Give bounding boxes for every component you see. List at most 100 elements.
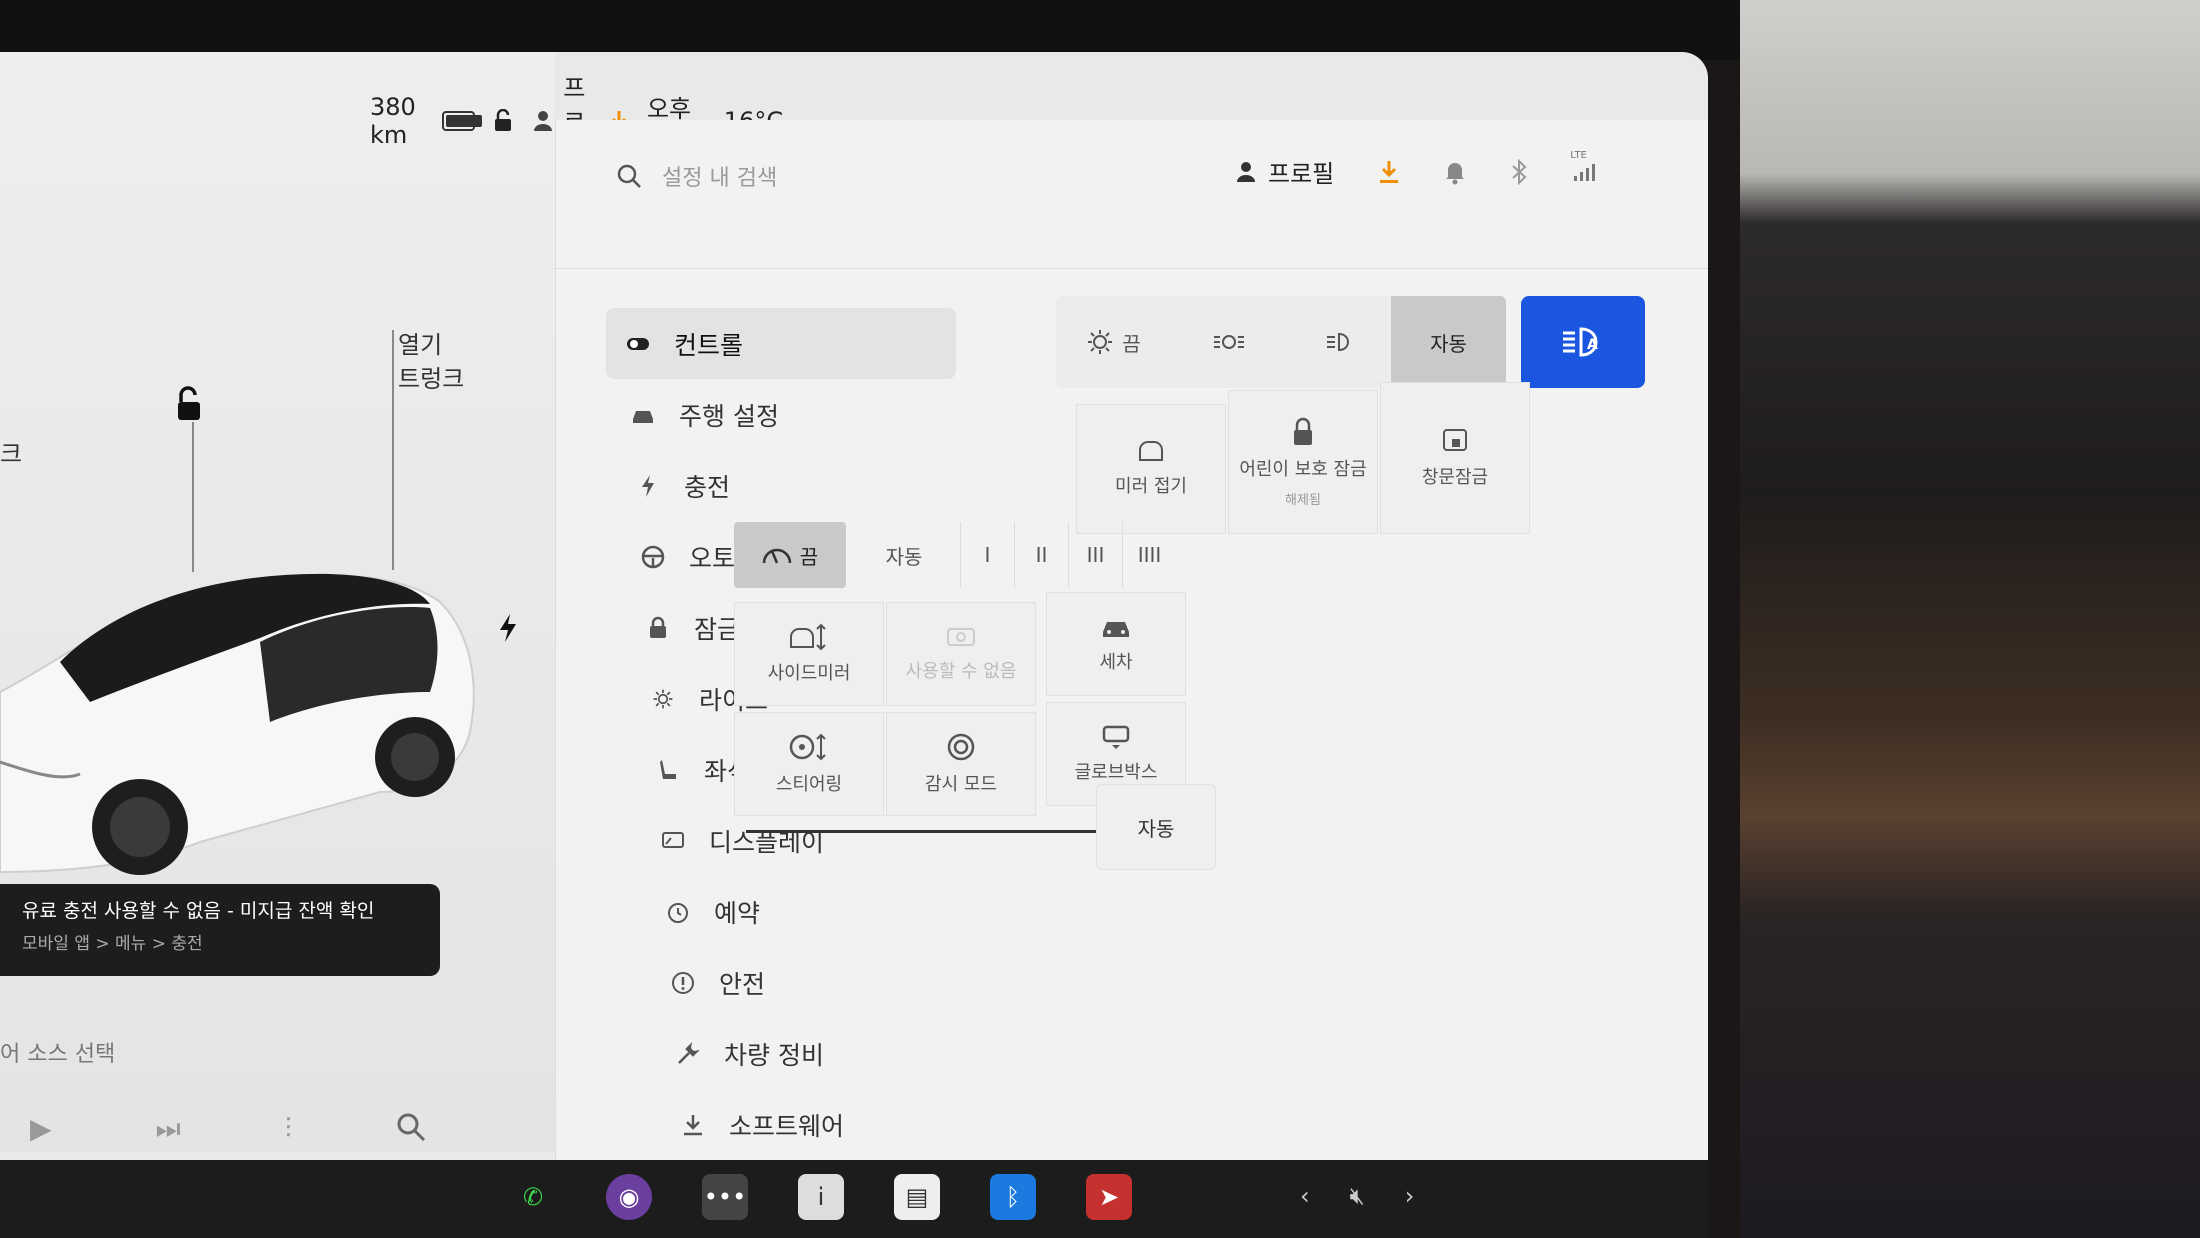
volume-up-icon[interactable]: › <box>1405 1182 1415 1210</box>
child-lock-icon <box>1294 417 1312 445</box>
sun-icon <box>1088 330 1113 354</box>
mirror-icon <box>1139 441 1163 461</box>
brightness-slider[interactable] <box>746 830 1096 833</box>
brightness-auto-label: 자동 <box>1137 816 1175 841</box>
low-beam-button[interactable] <box>1286 296 1391 388</box>
display-icon <box>659 831 687 851</box>
clock-icon <box>664 900 692 924</box>
wiper-speed-1-button[interactable]: I <box>960 522 1014 588</box>
nav-item-bolt[interactable]: 충전 <box>616 450 956 521</box>
equalizer-icon[interactable]: ⫶ <box>285 1112 292 1149</box>
nav-item-download[interactable]: 소프트웨어 <box>661 1089 956 1160</box>
play-icon[interactable]: ▶ <box>30 1112 52 1149</box>
charge-port-bolt-icon[interactable] <box>496 612 520 644</box>
software-download-icon[interactable] <box>1378 159 1400 185</box>
wrench-icon <box>674 1041 702 1066</box>
trunk-label: 트렁크 <box>398 365 465 393</box>
sentry-mode-tile[interactable]: 감시 모드 <box>886 712 1036 816</box>
wiper-auto-label: 자동 <box>885 544 923 569</box>
nav-label: 안전 <box>719 969 766 999</box>
sentry-label: 감시 모드 <box>925 774 997 795</box>
auto-high-beam-button[interactable]: A <box>1521 296 1645 388</box>
frunk-label[interactable]: 크 <box>0 434 22 469</box>
sun-icon <box>649 687 677 711</box>
child-lock-tile[interactable]: 어린이 보호 잠금 해제됨 <box>1228 390 1378 534</box>
car-visualization-panel: 380 km 프로필 오후3:47 16°C 열기 트렁크 <box>0 52 783 1152</box>
nav-label: 디스플레이 <box>709 827 825 857</box>
nav-label: 소프트웨어 <box>729 1111 845 1141</box>
lte-signal-icon: LTE <box>1570 150 1598 182</box>
side-mirror-adjust-icon <box>790 623 826 651</box>
profile-button[interactable]: 프로필 <box>1236 154 1334 189</box>
parking-lights-button[interactable] <box>1171 296 1286 388</box>
car-wash-icon <box>1103 622 1129 637</box>
mirror-fold-tile[interactable]: 미러 접기 <box>1076 404 1226 534</box>
media-search-icon[interactable] <box>396 1112 426 1149</box>
wiper-speeds: I II III IIII <box>960 522 1176 588</box>
headlights-auto-label: 자동 <box>1430 331 1467 356</box>
unlocked-icon[interactable] <box>493 108 515 133</box>
side-mirror-label: 사이드미러 <box>767 663 851 684</box>
glovebox-label: 글로브박스 <box>1074 762 1158 783</box>
settings-panel: 설정 내 검색 프로필 LTE 컨트롤 주행 설정 충전 좌석 디스플레이 예약… <box>555 120 1708 1196</box>
child-lock-label: 어린이 보호 잠금 <box>1239 458 1367 480</box>
lock-icon <box>644 616 672 640</box>
glovebox-icon <box>1102 725 1130 749</box>
screen-bezel-top <box>0 0 1760 60</box>
toggle-icon <box>624 336 652 352</box>
nav-label: 주행 설정 <box>679 401 779 431</box>
trunk-open-button[interactable]: 열기 트렁크 <box>398 328 464 396</box>
volume-down-icon[interactable]: ‹ <box>1300 1182 1310 1210</box>
profile-header-label: 프로필 <box>1268 160 1335 188</box>
unavailable-tile: 사용할 수 없음 <box>886 602 1036 706</box>
nav-label: 차량 정비 <box>724 1040 824 1070</box>
window-lock-tile[interactable]: 창문잠금 <box>1380 382 1530 534</box>
wiper-off-label: 끔 <box>799 544 819 569</box>
download-icon <box>679 1113 707 1137</box>
nav-item-toggle[interactable]: 컨트롤 <box>606 308 956 379</box>
wiper-off-button[interactable]: 끔 <box>734 522 846 588</box>
trunk-pointer-line <box>392 330 394 570</box>
mute-icon[interactable]: 🔇︎ <box>1350 1182 1365 1210</box>
car-wash-label: 세차 <box>1099 652 1133 673</box>
wiper-speed-2-button[interactable]: II <box>1014 522 1068 588</box>
headlights-auto-button[interactable]: 자동 <box>1391 296 1506 388</box>
mirror-fold-label: 미러 접기 <box>1115 476 1187 497</box>
wiper-speed-3-button[interactable]: III <box>1068 522 1122 588</box>
nav-item-clock[interactable]: 예약 <box>646 876 956 947</box>
battery-icon <box>442 110 482 131</box>
dashcam-icon <box>947 628 975 646</box>
nav-item-wrench[interactable]: 차량 정비 <box>656 1018 956 1089</box>
headlights-off-label: 끔 <box>1122 331 1141 356</box>
car-unlock-icon[interactable] <box>168 384 208 424</box>
phone-icon[interactable]: ✆ <box>510 1174 556 1220</box>
more-apps-icon[interactable]: ••• <box>702 1174 748 1220</box>
range-text: 380 km <box>370 92 416 149</box>
side-mirror-tile[interactable]: 사이드미러 <box>734 602 884 706</box>
nav-item-alert[interactable]: 안전 <box>651 947 956 1018</box>
sentry-icon <box>947 733 975 761</box>
notification-bell-icon[interactable] <box>1444 159 1466 185</box>
media-controls: ▶ ⏭ ⫶ <box>30 1112 426 1149</box>
nav-item-car[interactable]: 주행 설정 <box>611 379 956 450</box>
wiper-speed-4-button[interactable]: IIII <box>1122 522 1176 588</box>
bluetooth-icon[interactable] <box>1510 158 1528 185</box>
steering-tile[interactable]: 스티어링 <box>734 712 884 816</box>
car-wash-tile[interactable]: 세차 <box>1046 592 1186 696</box>
paid-charging-alert[interactable]: 유료 충전 사용할 수 없음 - 미지급 잔액 확인 모바일 앱 > 메뉴 > … <box>0 884 440 976</box>
wiper-icon <box>762 548 792 564</box>
brightness-auto-button[interactable]: 자동 <box>1096 784 1216 870</box>
navigation-app-icon[interactable]: ➤ <box>1086 1174 1132 1220</box>
wiper-auto-button[interactable]: 자동 <box>850 522 958 588</box>
person-icon <box>1236 161 1256 183</box>
camera-icon[interactable]: ◉ <box>606 1174 652 1220</box>
bluetooth-app-icon[interactable]: ᛒ <box>990 1174 1036 1220</box>
volume-controls: ‹ 🔇︎ › <box>1300 1182 1414 1210</box>
settings-search[interactable]: 설정 내 검색 <box>616 160 777 192</box>
media-source-select[interactable]: 어 소스 선택 <box>0 1036 115 1068</box>
calendar-icon[interactable]: ▤ <box>894 1174 940 1220</box>
car-image <box>0 573 475 875</box>
manual-icon[interactable]: i <box>798 1174 844 1220</box>
headlights-off-button[interactable]: 끔 <box>1056 296 1171 388</box>
next-track-icon[interactable]: ⏭ <box>156 1112 181 1149</box>
